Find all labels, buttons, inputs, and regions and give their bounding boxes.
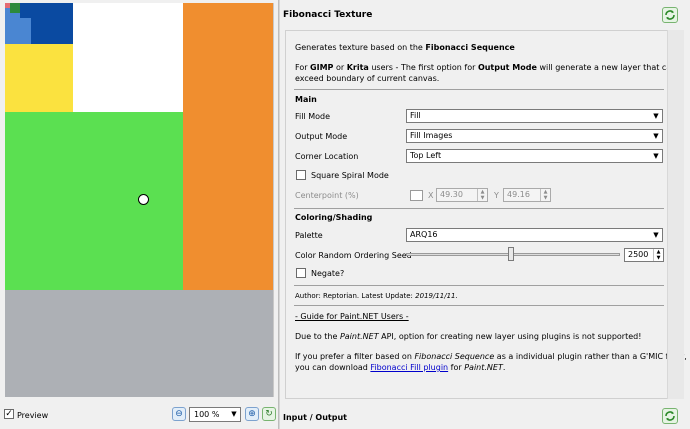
splitter[interactable]: [278, 0, 280, 429]
preview-checkbox[interactable]: ✓: [4, 409, 14, 419]
input-output-bar[interactable]: Input / Output: [281, 404, 690, 429]
corner-location-label: Corner Location: [295, 152, 359, 161]
zoom-fit-icon[interactable]: ↻: [262, 407, 276, 421]
blue-light-block: [5, 18, 31, 44]
vertical-scrollbar[interactable]: [667, 30, 684, 399]
preview-controls: ✓ Preview ⊖ 100 % ▼ ⊕ ↻: [0, 404, 279, 429]
output-mode-label: Output Mode: [295, 132, 348, 141]
refresh-icon[interactable]: [662, 408, 678, 424]
filter-panel: Fibonacci Texture Generates texture base…: [281, 0, 690, 429]
settings-scroll-area[interactable]: Generates texture based on the Fibonacci…: [285, 30, 687, 399]
pdn-note: Due to the Paint.NET API, option for cre…: [295, 332, 642, 341]
chevron-down-icon: ▼: [653, 112, 659, 120]
white-block: [73, 3, 183, 112]
divider: [294, 305, 664, 306]
author-line: Author: Reptorian. Latest Update: 2019/1…: [295, 292, 458, 300]
users-line-1: For GIMP or Krita users - The first opti…: [295, 63, 677, 72]
zoom-value: 100 %: [194, 410, 220, 419]
random-seed-slider-thumb[interactable]: [508, 247, 514, 261]
section-main: Main: [295, 95, 317, 104]
centerpoint-marker[interactable]: [138, 194, 149, 205]
preview-label: Preview: [17, 411, 49, 420]
spin-arrows-icon[interactable]: ▲ ▼: [653, 249, 663, 261]
yellow-block: [5, 44, 73, 112]
centerpoint-label: Centerpoint (%): [295, 191, 359, 200]
output-mode-select[interactable]: Fill Images ▼: [406, 129, 663, 143]
prefer-line-2: you can download Fibonacci Fill plugin f…: [295, 363, 506, 372]
zoom-out-icon[interactable]: ⊖: [172, 407, 186, 421]
fibonacci-fill-link[interactable]: Fibonacci Fill plugin: [370, 363, 448, 372]
divider: [294, 285, 664, 286]
palette-select[interactable]: ARQ16 ▼: [406, 228, 663, 242]
random-seed-input[interactable]: 2500 ▲ ▼: [624, 248, 664, 262]
chevron-down-icon: ▼: [231, 410, 237, 418]
divider: [294, 208, 664, 209]
orange-block: [183, 3, 273, 290]
zoom-in-icon[interactable]: ⊕: [245, 407, 259, 421]
x-label: X: [428, 191, 434, 200]
centerpoint-color-swatch[interactable]: [410, 190, 423, 201]
users-line-2: exceed boundary of current canvas.: [295, 74, 440, 83]
spin-arrows-icon[interactable]: ▲ ▼: [477, 189, 487, 201]
guide-link[interactable]: - Guide for Paint.NET Users -: [295, 312, 409, 321]
chevron-down-icon: ▼: [653, 231, 659, 239]
palette-label: Palette: [295, 231, 323, 240]
input-output-label: Input / Output: [283, 413, 347, 422]
chevron-down-icon: ▼: [653, 132, 659, 140]
x-value-input[interactable]: 49.30 ▲ ▼: [436, 188, 488, 202]
blue-dark-block: [31, 3, 73, 44]
fill-mode-label: Fill Mode: [295, 112, 331, 121]
square-spiral-label: Square Spiral Mode: [311, 171, 389, 180]
square-spiral-checkbox[interactable]: [296, 170, 306, 180]
description-line: Generates texture based on the Fibonacci…: [295, 43, 515, 52]
divider: [294, 89, 664, 90]
refresh-icon[interactable]: [662, 7, 678, 23]
y-label: Y: [494, 191, 499, 200]
panel-title: Fibonacci Texture: [283, 10, 373, 20]
negate-label: Negate?: [311, 269, 345, 278]
preview-canvas[interactable]: [5, 3, 274, 397]
spin-arrows-icon[interactable]: ▲ ▼: [540, 189, 550, 201]
y-value-input[interactable]: 49.16 ▲ ▼: [503, 188, 551, 202]
fill-mode-select[interactable]: Fill ▼: [406, 109, 663, 123]
corner-location-select[interactable]: Top Left ▼: [406, 149, 663, 163]
negate-checkbox[interactable]: [296, 268, 306, 278]
gray-block: [5, 290, 273, 397]
random-seed-label: Color Random Ordering Seed: [295, 251, 412, 260]
green-block: [10, 3, 20, 13]
blue-dark-block: [20, 3, 31, 18]
section-coloring: Coloring/Shading: [295, 213, 373, 222]
lime-block: [5, 112, 183, 290]
chevron-down-icon: ▼: [653, 152, 659, 160]
zoom-select[interactable]: 100 % ▼: [189, 407, 241, 422]
prefer-line-1: If you prefer a filter based on Fibonacc…: [295, 352, 687, 361]
